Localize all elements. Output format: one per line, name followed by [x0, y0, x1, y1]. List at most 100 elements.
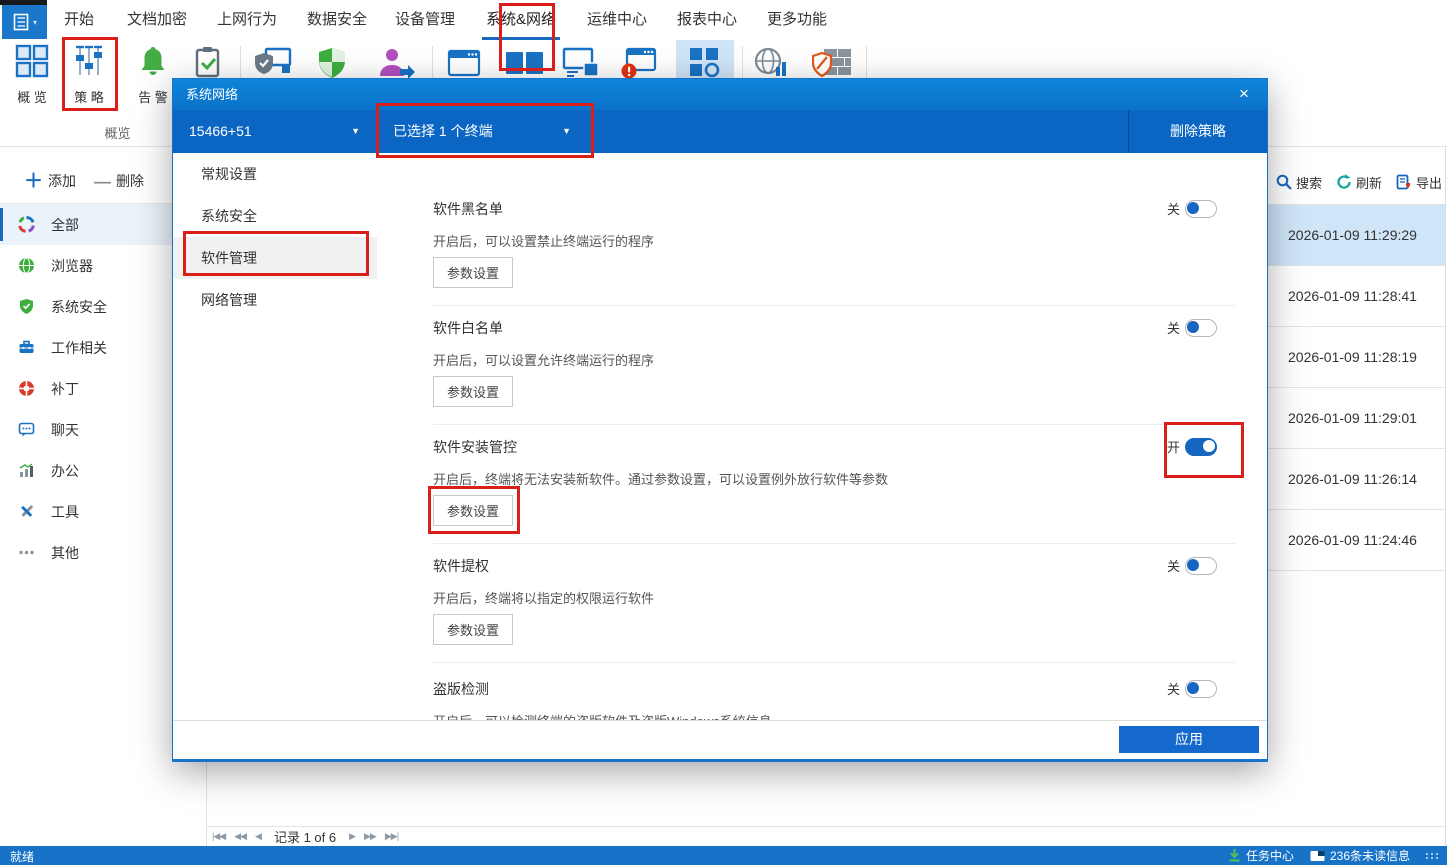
menu-item-start[interactable]: 开始 — [56, 0, 102, 37]
terminal-dropdown[interactable]: 已选择 1 个终端 ▼ — [377, 110, 587, 153]
software-elevation-toggle[interactable]: 关 — [1167, 556, 1217, 575]
setting-row-install-control: 软件安装管控 开 开启后，终端将无法安装新软件。通过参数设置，可以设置例外放行软… — [433, 429, 1235, 544]
pager-prev-group-button[interactable]: ◀◀ — [234, 831, 246, 842]
unread-messages-button[interactable]: 236条未读信息 — [1310, 847, 1410, 864]
menu-item-system-network[interactable]: 系统&网络 — [482, 0, 560, 40]
record-timestamp: 2026-01-09 11:26:14 — [1288, 471, 1417, 487]
pager-prev-button[interactable]: ◀ — [255, 831, 261, 842]
sidebar-item-label: 其他 — [51, 543, 79, 563]
add-label: 添加 — [48, 171, 76, 191]
shield-monitor-icon[interactable] — [252, 45, 292, 81]
menu-item-data-security[interactable]: 数据安全 — [304, 0, 370, 37]
pager-next-group-button[interactable]: ▶▶ — [364, 831, 376, 842]
minus-icon: — — [94, 173, 111, 190]
record-row[interactable]: 2026-01-09 11:28:41 — [1268, 266, 1445, 327]
policy-button[interactable]: 策 略 — [62, 43, 116, 106]
terminal-dropdown-value: 已选择 1 个终端 — [377, 123, 493, 139]
export-button[interactable]: 导出 — [1396, 173, 1442, 192]
user-policy-icon[interactable] — [376, 45, 416, 81]
parameter-settings-button[interactable]: 参数设置 — [433, 614, 513, 645]
piracy-detection-toggle[interactable]: 关 — [1167, 679, 1217, 698]
toggle-switch-icon — [1185, 200, 1217, 218]
ribbon-separator — [240, 46, 241, 82]
firewall-shield-icon[interactable] — [812, 45, 854, 81]
briefcase-icon — [18, 339, 35, 356]
pager-record-label: 记录 1 of 6 — [274, 827, 336, 846]
menu-item-device-mgmt[interactable]: 设备管理 — [392, 0, 458, 37]
menu-item-doc-encrypt[interactable]: 文档加密 — [124, 0, 190, 37]
audit-clipboard-icon[interactable] — [190, 45, 226, 81]
sidebar-item-label: 补丁 — [51, 379, 79, 399]
remove-label: 删除 — [116, 171, 144, 191]
setting-description: 开启后，终端将以指定的权限运行软件 — [433, 588, 654, 607]
window-icon[interactable] — [446, 45, 482, 81]
remote-desktop-icon[interactable] — [560, 45, 602, 81]
pager-first-button[interactable]: |◀◀ — [212, 831, 225, 842]
software-whitelist-toggle[interactable]: 关 — [1167, 318, 1217, 337]
alert-window-icon[interactable] — [618, 45, 660, 81]
setting-row-software-elevation: 软件提权 关 开启后，终端将以指定的权限运行软件 参数设置 — [433, 548, 1235, 663]
refresh-icon — [1336, 174, 1352, 190]
record-row[interactable]: 2026-01-09 11:28:19 — [1268, 327, 1445, 388]
status-ready-label: 就绪 — [10, 848, 34, 865]
refresh-button[interactable]: 刷新 — [1336, 173, 1382, 192]
dialog-title: 系统网络 — [186, 87, 238, 102]
nav-item-general-settings[interactable]: 常规设置 — [173, 153, 377, 195]
menu-item-ops-center[interactable]: 运维中心 — [584, 0, 650, 37]
overview-button-label: 概 览 — [5, 87, 59, 106]
policy-button-label: 策 略 — [62, 87, 116, 106]
dialog-selector-bar: 15466+51 ▼ 已选择 1 个终端 ▼ 删除策略 — [173, 110, 1267, 153]
network-stats-icon[interactable] — [752, 45, 792, 81]
parameter-settings-button[interactable]: 参数设置 — [433, 495, 513, 526]
resize-grip[interactable] — [1426, 853, 1439, 859]
menu-item-report-center[interactable]: 报表中心 — [674, 0, 740, 37]
protection-shield-icon[interactable] — [314, 45, 350, 81]
system-network-tool-icon[interactable] — [687, 45, 723, 81]
ribbon-group-label: 概览 — [70, 123, 165, 142]
add-category-button[interactable]: ＋ 添加 — [24, 171, 76, 191]
policy-sliders-icon — [71, 43, 107, 79]
bar-chart-icon — [18, 462, 35, 479]
setting-description: 开启后，可以设置禁止终端运行的程序 — [433, 231, 654, 250]
dialog-nav: 常规设置 系统安全 软件管理 网络管理 — [173, 153, 378, 719]
sidebar-item-label: 系统安全 — [51, 297, 107, 317]
record-row[interactable]: 2026-01-09 11:26:14 — [1268, 449, 1445, 510]
app-menu-caret-icon: ▾ — [33, 18, 37, 27]
export-icon — [1396, 174, 1412, 190]
toggle-switch-icon — [1185, 438, 1217, 456]
search-button[interactable]: 搜索 — [1276, 173, 1322, 192]
system-blocks-icon[interactable] — [503, 45, 545, 81]
parameter-settings-button[interactable]: 参数设置 — [433, 376, 513, 407]
chat-bubble-icon — [18, 421, 35, 438]
policy-dropdown[interactable]: 15466+51 ▼ — [173, 110, 377, 153]
parameter-settings-button[interactable]: 参数设置 — [433, 257, 513, 288]
security-shield-icon — [18, 298, 35, 315]
sidebar-item-label: 办公 — [51, 461, 79, 481]
setting-title: 盗版检测 — [433, 679, 489, 699]
record-row[interactable]: 2026-01-09 11:29:01 — [1268, 388, 1445, 449]
software-blacklist-toggle[interactable]: 关 — [1167, 199, 1217, 218]
menu-item-more-features[interactable]: 更多功能 — [764, 0, 830, 37]
record-timestamp: 2026-01-09 11:29:01 — [1288, 410, 1417, 426]
delete-policy-button[interactable]: 删除策略 — [1128, 110, 1267, 153]
toggle-state-label: 关 — [1167, 199, 1180, 218]
apply-button[interactable]: 应用 — [1119, 726, 1259, 753]
pager-next-button[interactable]: ▶ — [349, 831, 355, 842]
lifebuoy-icon — [18, 380, 35, 397]
task-center-button[interactable]: 任务中心 — [1228, 847, 1294, 864]
app-menu-button[interactable]: ▾ — [2, 5, 47, 39]
overview-button[interactable]: 概 览 — [5, 43, 59, 106]
remove-category-button[interactable]: — 删除 — [94, 171, 144, 191]
install-control-toggle[interactable]: 开 — [1167, 437, 1217, 456]
nav-item-system-security[interactable]: 系统安全 — [173, 195, 377, 237]
menu-item-web-behavior[interactable]: 上网行为 — [214, 0, 280, 37]
nav-item-network-management[interactable]: 网络管理 — [173, 279, 377, 321]
nav-item-software-management[interactable]: 软件管理 — [173, 237, 377, 279]
close-icon[interactable]: × — [1233, 79, 1255, 110]
chevron-down-icon: ▼ — [351, 110, 360, 153]
record-row[interactable]: 2026-01-09 11:29:29 — [1268, 205, 1445, 266]
message-icon — [1310, 850, 1325, 862]
record-row[interactable]: 2026-01-09 11:24:46 — [1268, 510, 1445, 571]
overview-grid-icon — [14, 43, 50, 79]
pager-last-button[interactable]: ▶▶| — [385, 831, 398, 842]
